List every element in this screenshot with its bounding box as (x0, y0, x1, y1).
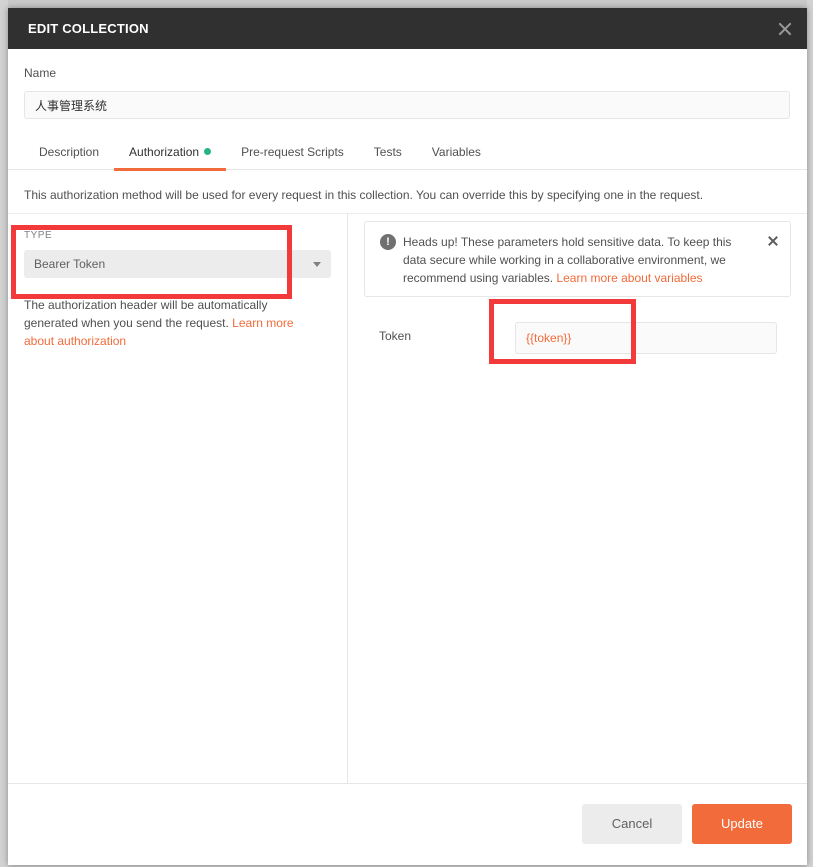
auth-description: The authorization header will be automat… (24, 296, 324, 350)
update-button[interactable]: Update (692, 804, 792, 844)
close-icon[interactable] (775, 19, 795, 39)
token-input[interactable]: {{token}} (515, 322, 777, 354)
tab-bar: Description Authorization Pre-request Sc… (8, 136, 807, 171)
background-app-left (0, 0, 8, 867)
tab-authorization[interactable]: Authorization (114, 136, 227, 171)
auth-type-select[interactable]: Bearer Token (24, 250, 331, 278)
chevron-down-icon (313, 262, 321, 267)
auth-description-text: The authorization header will be automat… (24, 298, 268, 330)
collection-name-input[interactable]: 人事管理系统 (24, 91, 790, 119)
auth-type-value: Bearer Token (34, 257, 106, 271)
exclamation-icon: ! (380, 234, 396, 250)
token-label: Token (379, 329, 412, 343)
type-label: TYPE (24, 230, 53, 241)
tab-label: Tests (373, 145, 402, 159)
status-dot-icon (204, 148, 212, 155)
cancel-button[interactable]: Cancel (582, 804, 682, 844)
tab-variables[interactable]: Variables (417, 136, 496, 170)
sensitive-data-alert: ! Heads up! These parameters hold sensit… (364, 221, 791, 297)
tab-tests[interactable]: Tests (359, 136, 417, 170)
close-icon[interactable] (767, 235, 779, 247)
column-divider (347, 213, 348, 783)
tab-pre-request-scripts[interactable]: Pre-request Scripts (226, 136, 359, 170)
modal-header: EDIT COLLECTION (8, 8, 807, 49)
tab-description[interactable]: Description (24, 136, 114, 170)
name-label: Name (24, 66, 57, 80)
authorization-info: This authorization method will be used f… (24, 188, 704, 202)
tab-label: Pre-request Scripts (241, 145, 344, 159)
modal-title: EDIT COLLECTION (28, 21, 149, 36)
alert-text: Heads up! These parameters hold sensitiv… (403, 233, 753, 287)
edit-collection-modal: EDIT COLLECTION Name 人事管理系统 Description … (8, 8, 807, 865)
footer-divider (8, 783, 807, 784)
divider (8, 213, 807, 214)
tab-label: Variables (431, 145, 481, 159)
learn-more-variables-link[interactable]: Learn more about variables (556, 271, 702, 285)
background-app-right (807, 0, 813, 867)
tab-label: Description (39, 145, 100, 159)
tab-label: Authorization (129, 145, 200, 159)
